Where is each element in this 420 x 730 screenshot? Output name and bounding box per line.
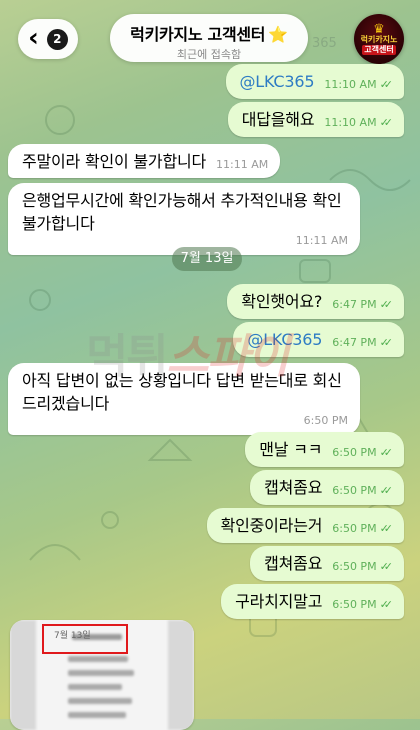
- message-time: 6:50 PM: [332, 560, 377, 574]
- message-time: 6:50 PM: [332, 522, 377, 536]
- back-button[interactable]: ‹ 2: [18, 19, 78, 59]
- date-separator: 7월 13일: [172, 247, 242, 271]
- double-check-icon: ✓✓: [379, 116, 394, 130]
- mention-link[interactable]: @LKC365: [247, 328, 322, 351]
- message-bubble-outgoing[interactable]: 구라치지말고 6:50 PM ✓✓: [221, 584, 404, 620]
- chat-title: 럭키카지노 고객센터 ⭐: [130, 25, 288, 44]
- message-bubble-outgoing[interactable]: 확인햇어요? 6:47 PM ✓✓: [227, 284, 404, 320]
- message-bubble-incoming[interactable]: 은행업무시간에 확인가능해서 추가적인내용 확인불가합니다 11:11 AM: [8, 183, 360, 256]
- message-time: 6:50 PM: [303, 414, 348, 428]
- message-bubble-outgoing[interactable]: 맨날 ㅋㅋ 6:50 PM ✓✓: [245, 432, 404, 468]
- double-check-icon: ✓✓: [379, 78, 394, 92]
- message-bubble-outgoing[interactable]: 확인중이라는거 6:50 PM ✓✓: [206, 508, 404, 544]
- mention-link[interactable]: @LKC365: [240, 70, 315, 93]
- message-time: 6:50 PM: [332, 484, 377, 498]
- message-bubble-outgoing[interactable]: @LKC365 6:47 PM ✓✓: [233, 322, 404, 358]
- double-check-icon: ✓✓: [379, 336, 394, 350]
- message-time: 11:10 AM: [324, 116, 377, 130]
- message-bubble-outgoing[interactable]: 대답을해요 11:10 AM ✓✓: [227, 102, 404, 138]
- double-check-icon: ✓✓: [379, 298, 394, 312]
- message-text: 캡쳐좀요: [264, 478, 323, 497]
- message-time: 6:50 PM: [332, 598, 377, 612]
- double-check-icon: ✓✓: [379, 598, 394, 612]
- avatar-logo-text: 럭키카지노: [360, 34, 398, 44]
- message-time: 6:47 PM: [332, 336, 377, 350]
- avatar[interactable]: ♛ 럭키카지노 고객센터: [354, 14, 404, 64]
- avatar-logo-subtext: 고객센터: [362, 44, 396, 56]
- image-caption: 7월 13일: [54, 631, 91, 641]
- message-text: 캡쳐좀요: [264, 554, 323, 573]
- message-time: 11:10 AM: [324, 78, 377, 92]
- chevron-left-icon: ‹: [28, 22, 39, 53]
- message-time: 6:50 PM: [332, 446, 377, 460]
- message-text: 은행업무시간에 확인가능해서 추가적인내용 확인불가합니다: [22, 191, 342, 234]
- unread-count-badge: 2: [46, 28, 68, 50]
- double-check-icon: ✓✓: [379, 560, 394, 574]
- message-text: 구라치지말고: [235, 592, 323, 611]
- double-check-icon: ✓✓: [379, 446, 394, 460]
- star-emoji-icon: ⭐: [268, 25, 288, 44]
- last-seen-status: 최근에 접속함: [176, 48, 242, 61]
- message-bubble-outgoing[interactable]: @LKC365 11:10 AM ✓✓: [225, 64, 404, 100]
- partially-hidden-text: 365: [312, 36, 337, 51]
- message-bubble-outgoing[interactable]: 캡쳐좀요 6:50 PM ✓✓: [250, 470, 404, 506]
- message-bubble-incoming[interactable]: 아직 답변이 없는 상황입니다 답변 받는대로 회신 드리겠습니다 6:50 P…: [8, 363, 360, 436]
- double-check-icon: ✓✓: [379, 522, 394, 536]
- image-message-thumbnail[interactable]: 7월 13일: [10, 620, 194, 730]
- message-text: 맨날 ㅋㅋ: [259, 440, 323, 459]
- double-check-icon: ✓✓: [379, 484, 394, 498]
- message-text: 대답을해요: [241, 110, 315, 129]
- crown-icon: ♛: [373, 21, 385, 37]
- message-text: 확인햇어요?: [241, 292, 323, 311]
- message-time: 6:47 PM: [332, 298, 377, 312]
- message-bubble-incoming[interactable]: 주말이라 확인이 불가합니다 11:11 AM: [8, 144, 281, 179]
- message-text: 아직 답변이 없는 상황입니다 답변 받는대로 회신 드리겠습니다: [22, 371, 342, 414]
- message-text: 확인중이라는거: [220, 516, 323, 535]
- message-time: 11:11 AM: [216, 158, 269, 172]
- message-text: 주말이라 확인이 불가합니다: [22, 152, 207, 171]
- message-bubble-outgoing[interactable]: 캡쳐좀요 6:50 PM ✓✓: [250, 546, 404, 582]
- chat-title-pill[interactable]: 럭키카지노 고객센터 ⭐ 최근에 접속함: [110, 14, 308, 62]
